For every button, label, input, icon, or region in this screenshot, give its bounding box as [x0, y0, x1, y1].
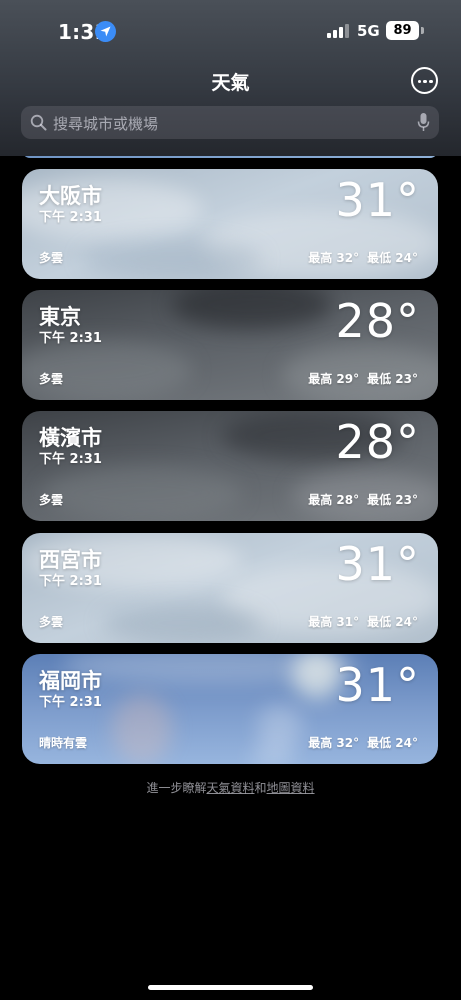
network-type: 5G — [357, 22, 380, 40]
high-temperature: 最高 32° — [308, 736, 360, 750]
high-low-temperature: 最高 32° 最低 24° — [308, 734, 418, 751]
high-low-temperature: 最高 32° 最低 24° — [308, 249, 418, 266]
low-temperature: 最低 24° — [367, 615, 418, 629]
local-time: 下午 2:31 — [39, 331, 102, 346]
map-data-link[interactable]: 地圖資料 — [267, 781, 315, 795]
low-temperature: 最低 23° — [367, 493, 418, 507]
page-title: 天氣 — [211, 72, 250, 94]
battery-icon: 89 — [386, 21, 419, 40]
high-temperature: 最高 31° — [308, 615, 360, 629]
city-card-nishinomiya[interactable]: 西宮市 下午 2:31 31° 多雲 最高 31° 最低 24° — [22, 533, 438, 643]
local-time: 下午 2:31 — [39, 210, 102, 225]
cellular-signal-icon — [327, 24, 349, 38]
search-placeholder: 搜尋城市或機場 — [53, 115, 159, 133]
low-temperature: 最低 24° — [367, 251, 418, 265]
current-temperature: 31° — [335, 173, 420, 227]
current-temperature: 31° — [335, 537, 420, 591]
weather-condition: 晴時有雲 — [39, 736, 88, 750]
low-temperature: 最低 23° — [367, 372, 418, 386]
ellipsis-circle-icon[interactable] — [411, 67, 438, 94]
city-card-tokyo[interactable]: 東京 下午 2:31 28° 多雲 最高 29° 最低 23° — [22, 290, 438, 400]
header: 1:31 5G 89 天氣 搜尋城市或機場 — [0, 0, 461, 156]
weather-condition: 多雲 — [39, 615, 64, 629]
weather-condition: 多雲 — [39, 493, 64, 507]
local-time: 下午 2:31 — [39, 452, 102, 467]
local-time: 下午 2:31 — [39, 574, 102, 589]
high-low-temperature: 最高 28° 最低 23° — [308, 491, 418, 508]
current-temperature: 28° — [335, 294, 420, 348]
attribution-prefix: 進一步瞭解 — [146, 781, 207, 795]
city-card-osaka[interactable]: 大阪市 下午 2:31 31° 多雲 最高 32° 最低 24° — [22, 169, 438, 279]
high-temperature: 最高 32° — [308, 251, 360, 265]
city-card-yokohama[interactable]: 橫濱市 下午 2:31 28° 多雲 最高 28° 最低 23° — [22, 411, 438, 521]
high-low-temperature: 最高 29° 最低 23° — [308, 370, 418, 387]
weather-condition: 多雲 — [39, 251, 64, 265]
city-card-fukuoka[interactable]: 福岡市 下午 2:31 31° 晴時有雲 最高 32° 最低 24° — [22, 654, 438, 764]
location-arrow-icon — [95, 21, 116, 42]
weather-app-screen: 1:31 5G 89 天氣 搜尋城市或機場 大阪市 下午 2:31 31° 多雲… — [0, 0, 461, 1000]
status-bar: 1:31 5G 89 — [0, 0, 461, 62]
local-time: 下午 2:31 — [39, 695, 102, 710]
battery-tip — [421, 27, 424, 34]
search-icon — [30, 114, 47, 131]
high-low-temperature: 最高 31° 最低 24° — [308, 613, 418, 630]
high-temperature: 最高 29° — [308, 372, 360, 386]
attribution-and: 和 — [254, 781, 267, 795]
search-input[interactable]: 搜尋城市或機場 — [21, 106, 439, 139]
home-indicator[interactable] — [148, 985, 313, 990]
microphone-icon[interactable] — [417, 112, 430, 133]
current-temperature: 31° — [335, 658, 420, 712]
weather-data-link[interactable]: 天氣資料 — [206, 781, 254, 795]
weather-condition: 多雲 — [39, 372, 64, 386]
low-temperature: 最低 24° — [367, 736, 418, 750]
high-temperature: 最高 28° — [308, 493, 360, 507]
current-temperature: 28° — [335, 415, 420, 469]
data-attribution: 進一步瞭解天氣資料和地圖資料 — [0, 779, 461, 796]
